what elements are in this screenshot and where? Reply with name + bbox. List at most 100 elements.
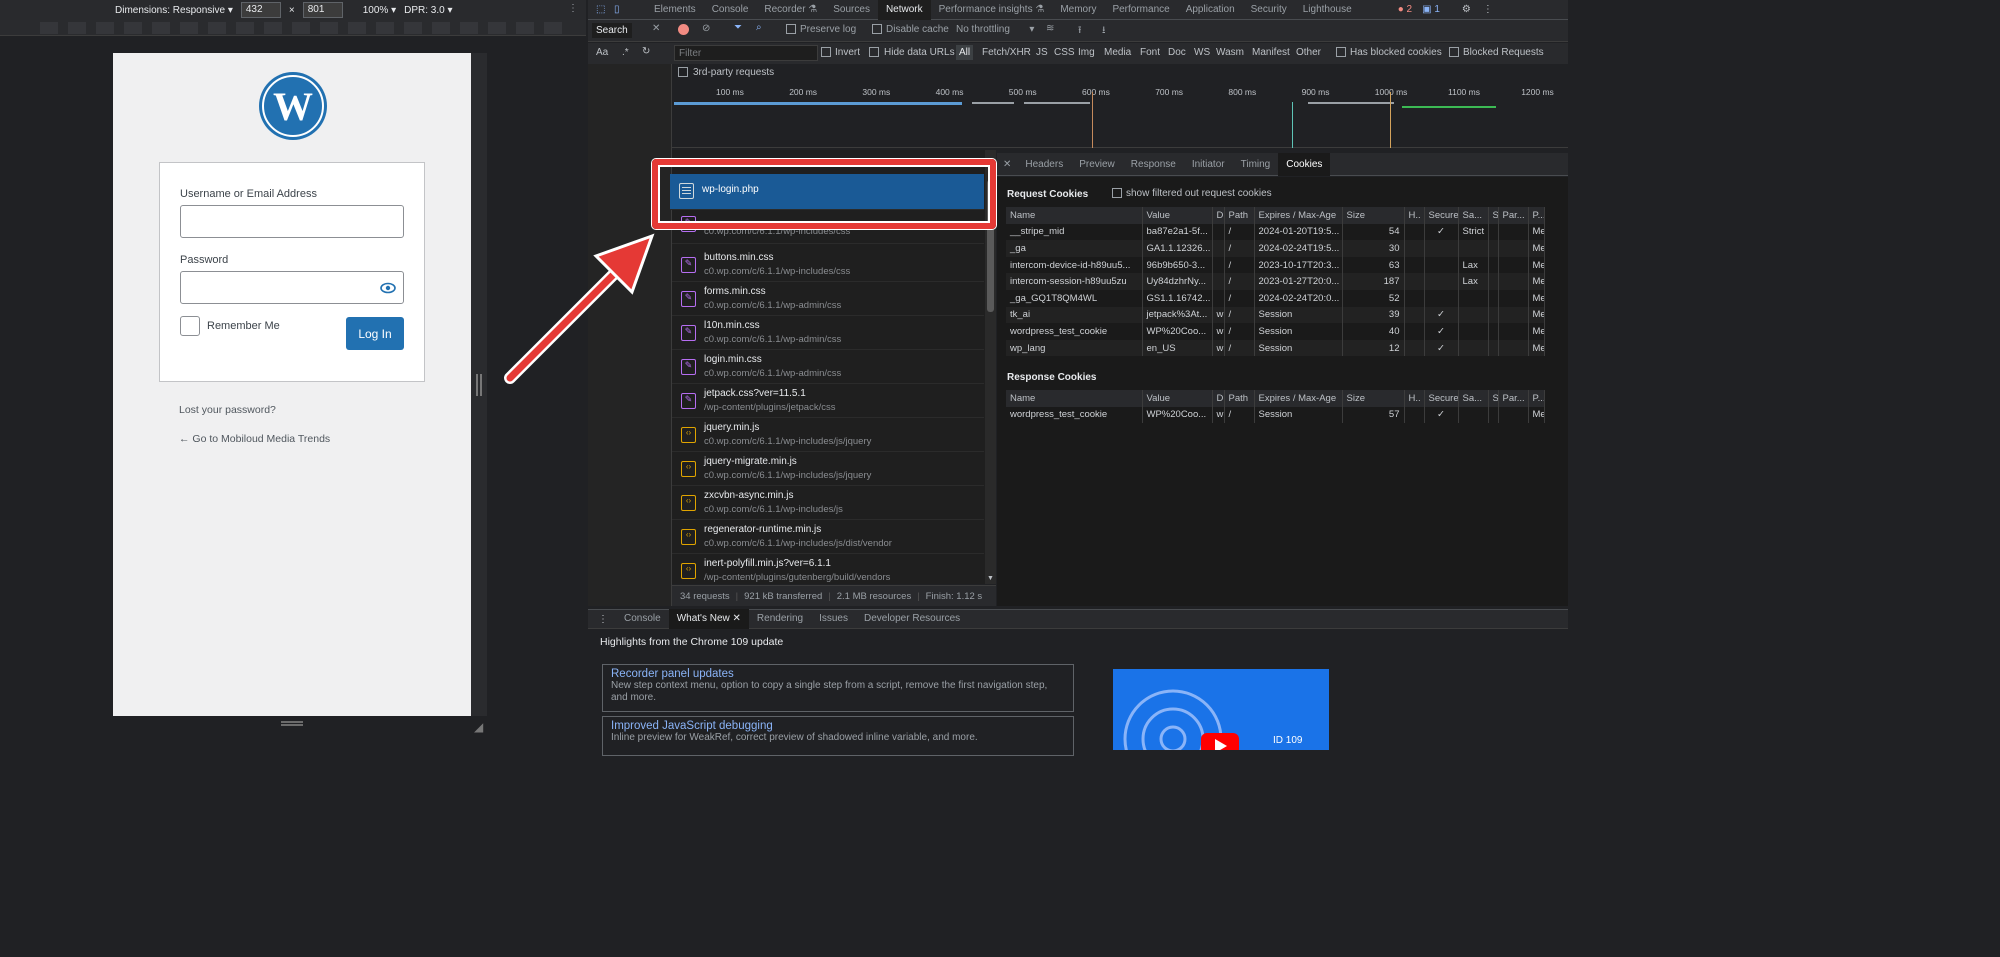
request-row[interactable]: ✎ login.min.css c0.wp.com/c/6.1.1/wp-admin… (672, 350, 984, 384)
export-har-icon[interactable]: ⭳ (1102, 23, 1106, 40)
request-row[interactable]: ‹› regenerator-runtime.min.js c0.wp.com/c/… (672, 520, 984, 554)
column-header[interactable]: Par... (1498, 207, 1529, 224)
column-header[interactable]: P... (1528, 207, 1545, 224)
remember-me-checkbox[interactable] (180, 316, 200, 336)
column-header[interactable]: Expires / Max-Age (1254, 390, 1343, 407)
log-in-button[interactable]: Log In (346, 317, 404, 350)
tab-security[interactable]: Security (1243, 0, 1295, 20)
filter-type-manifest[interactable]: Manifest (1252, 47, 1290, 58)
filter-type-css[interactable]: CSS (1054, 47, 1075, 58)
request-row[interactable]: ✎ forms.min.css c0.wp.com/c/6.1.1/wp-admin… (672, 282, 984, 316)
tab-performance[interactable]: Performance (1104, 0, 1177, 20)
settings-gear-icon[interactable]: ⚙ (1462, 4, 1471, 15)
tab-sources[interactable]: Sources (825, 0, 878, 20)
filter-type-other[interactable]: Other (1296, 47, 1321, 58)
column-header[interactable]: S. (1488, 390, 1499, 407)
message-count-badge[interactable]: ▣ 1 (1422, 4, 1440, 15)
tab-application[interactable]: Application (1178, 0, 1243, 20)
request-row[interactable]: ✎ buttons.min.css c0.wp.com/c/6.1.1/wp-inc… (672, 248, 984, 282)
drawer-tab-whats-new[interactable]: What's New ✕ (668, 609, 749, 629)
request-row[interactable]: ‹› jquery.min.js c0.wp.com/c/6.1.1/wp-incl… (672, 418, 984, 452)
lost-password-link[interactable]: Lost your password? (179, 404, 276, 416)
device-width-input[interactable]: 432 (240, 2, 281, 18)
column-header[interactable]: H.. (1404, 207, 1425, 224)
column-header[interactable]: S. (1488, 207, 1499, 224)
cookie-row[interactable]: wordpress_test_cookie WP%20Coo... w / Sessio… (1006, 406, 1545, 424)
third-party-checkbox[interactable] (678, 67, 688, 77)
cookie-row[interactable]: _ga_GQ1T8QM4WL GS1.1.16742... /2024-02-24T… (1006, 289, 1545, 307)
column-header[interactable]: D (1212, 207, 1225, 224)
cookie-row[interactable]: _gaGA1.1.12326... /2024-02-24T19:5...30 Me… (1006, 240, 1545, 257)
record-icon[interactable] (678, 24, 689, 35)
tab-network[interactable]: Network (877, 0, 931, 20)
refresh-icon[interactable]: ↻ (642, 46, 650, 57)
tab-initiator[interactable]: Initiator (1184, 153, 1233, 176)
cookie-row[interactable]: intercom-device-id-h89uu5... 96b9b650-3..… (1006, 256, 1545, 274)
clear-icon[interactable]: ⊘ (702, 23, 710, 34)
tab-headers[interactable]: Headers (1017, 153, 1071, 176)
dimensions-dropdown[interactable]: Dimensions: Responsive ▾ (115, 5, 233, 16)
error-count-badge[interactable]: ● 2 (1398, 4, 1412, 15)
chrome-update-video-thumbnail[interactable]: ID 109 (1113, 669, 1329, 750)
column-header[interactable]: Sa... (1458, 390, 1489, 407)
tab-lighthouse[interactable]: Lighthouse (1295, 0, 1360, 20)
resize-handle-bottom[interactable] (281, 721, 303, 723)
invert-checkbox[interactable] (821, 47, 831, 57)
preserve-log-checkbox[interactable] (786, 24, 796, 34)
drawer-tab-developer-resources[interactable]: Developer Resources (856, 609, 968, 629)
filter-type-wasm[interactable]: Wasm (1216, 47, 1244, 58)
column-header[interactable]: Path (1224, 207, 1255, 224)
cookie-row[interactable]: __stripe_mid ba87e2a1-5f... /2024-01-20T19… (1006, 223, 1545, 241)
filter-type-ws[interactable]: WS (1194, 47, 1210, 58)
close-detail-icon[interactable]: ✕ (997, 159, 1017, 170)
close-search-icon[interactable]: ✕ (652, 23, 660, 34)
resize-corner-icon[interactable]: ◢ (474, 720, 483, 734)
username-input[interactable] (180, 205, 404, 238)
dpr-dropdown[interactable]: DPR: 3.0 ▾ (404, 5, 452, 16)
tab-preview[interactable]: Preview (1071, 153, 1123, 176)
import-har-icon[interactable]: ⭱ (1078, 23, 1082, 40)
resize-handle-right[interactable] (476, 374, 482, 396)
column-header[interactable]: Name (1006, 390, 1143, 407)
column-header[interactable]: Size (1342, 390, 1405, 407)
tab-recorder[interactable]: Recorder ⚗ (756, 0, 825, 20)
column-header[interactable]: Secure (1424, 207, 1459, 224)
drawer-tab-issues[interactable]: Issues (811, 609, 856, 629)
filter-type-img[interactable]: Img (1078, 47, 1095, 58)
filter-type-js[interactable]: JS (1036, 47, 1048, 58)
show-filtered-checkbox[interactable] (1112, 188, 1122, 198)
tab-memory[interactable]: Memory (1052, 0, 1104, 20)
cookie-row[interactable]: tk_aijetpack%3At...w/Session39 ✓ Me... (1006, 306, 1545, 324)
cookie-row[interactable]: intercom-session-h89uu5zu Uy84dzhrNy... /2… (1006, 273, 1545, 290)
filter-input[interactable]: Filter (674, 45, 818, 61)
throttling-dropdown[interactable]: No throttling ▾ (956, 24, 1034, 35)
search-icon[interactable]: ⌕ (756, 22, 762, 33)
js-debugging-card[interactable]: Improved JavaScript debugging Inline pre… (602, 716, 1074, 756)
inspect-element-icon[interactable]: ⬚ (596, 4, 610, 15)
device-height-input[interactable]: 801 (302, 2, 343, 18)
filter-type-doc[interactable]: Doc (1168, 47, 1186, 58)
tab-performance-insights[interactable]: Performance insights ⚗ (931, 0, 1053, 20)
column-header[interactable]: Value (1142, 207, 1213, 224)
more-options-icon[interactable]: ⋮ (568, 3, 578, 14)
cookie-row[interactable]: wp_langen_USw/Session12 ✓ Me... (1006, 339, 1545, 357)
cookie-row[interactable]: wordpress_test_cookie WP%20Coo... w / Sessio… (1006, 323, 1545, 340)
column-header[interactable]: Name (1006, 207, 1143, 224)
back-to-site-link[interactable]: ← Go to Mobiloud Media Trends (179, 433, 330, 445)
tab-timing[interactable]: Timing (1233, 153, 1279, 176)
devtools-more-icon[interactable]: ⋮ (1483, 4, 1493, 15)
filter-type-all[interactable]: All (956, 45, 974, 60)
zoom-dropdown[interactable]: 100% ▾ (363, 5, 396, 16)
column-header[interactable]: Sa... (1458, 207, 1489, 224)
column-header[interactable]: Path (1224, 390, 1255, 407)
column-header[interactable]: H.. (1404, 390, 1425, 407)
show-password-icon[interactable] (380, 282, 396, 294)
request-row[interactable]: ‹› jquery-migrate.min.js c0.wp.com/c/6.1.1… (672, 452, 984, 486)
filter-type-media[interactable]: Media (1104, 47, 1131, 58)
column-header[interactable]: Size (1342, 207, 1405, 224)
device-toolbar-icon[interactable]: ▯ (614, 4, 628, 15)
network-conditions-icon[interactable]: ≋ (1046, 23, 1054, 34)
filter-type-fetch[interactable]: Fetch/XHR (982, 47, 1031, 58)
drawer-tab-rendering[interactable]: Rendering (749, 609, 811, 629)
request-row[interactable]: ✎ l10n.min.css c0.wp.com/c/6.1.1/wp-admin/… (672, 316, 984, 350)
